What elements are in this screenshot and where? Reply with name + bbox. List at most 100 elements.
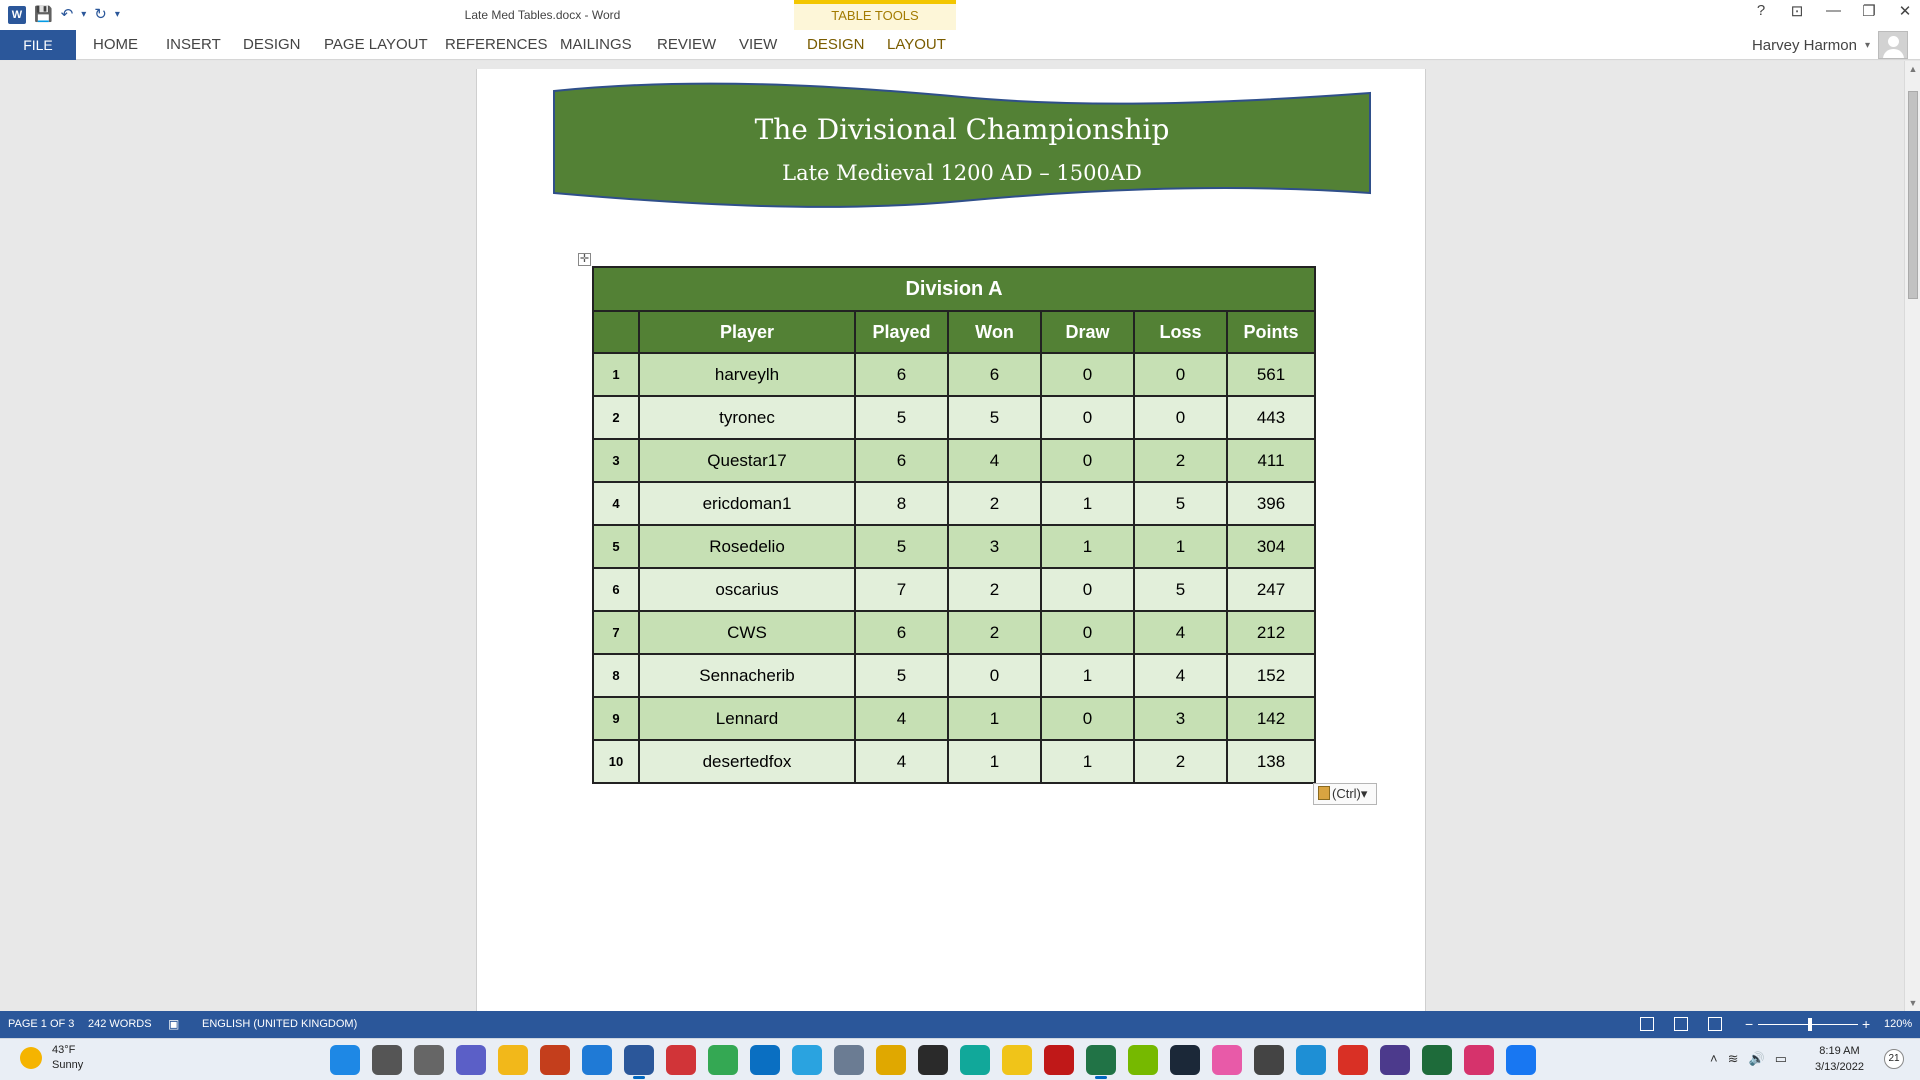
player-cell[interactable]: CWS — [638, 610, 856, 655]
won-cell[interactable]: 6 — [947, 352, 1042, 397]
app-s-icon[interactable] — [1380, 1045, 1410, 1075]
tab-insert[interactable]: INSERT — [166, 30, 221, 60]
edge-icon[interactable] — [1296, 1045, 1326, 1075]
app-teal-icon[interactable] — [960, 1045, 990, 1075]
ribbon-display-options-icon[interactable]: ⊡ — [1790, 2, 1804, 20]
played-cell[interactable]: 4 — [854, 739, 949, 784]
rank-cell[interactable]: 7 — [592, 610, 640, 655]
settings-icon[interactable] — [834, 1045, 864, 1075]
close-icon[interactable]: ✕ — [1898, 2, 1912, 20]
rank-cell[interactable]: 2 — [592, 395, 640, 440]
language-indicator[interactable]: ENGLISH (UNITED KINGDOM) — [202, 1011, 357, 1038]
nvidia-icon[interactable] — [1128, 1045, 1158, 1075]
points-cell[interactable]: 304 — [1226, 524, 1316, 569]
show-hidden-icons-icon[interactable]: ˄ — [1710, 1051, 1718, 1067]
loss-cell[interactable]: 5 — [1133, 481, 1228, 526]
won-cell[interactable]: 2 — [947, 481, 1042, 526]
table-move-handle-icon[interactable]: ✛ — [578, 253, 591, 266]
tab-table-design[interactable]: DESIGN — [807, 30, 865, 60]
tab-page-layout[interactable]: PAGE LAYOUT — [324, 30, 428, 60]
points-cell[interactable]: 443 — [1226, 395, 1316, 440]
loss-cell[interactable]: 1 — [1133, 524, 1228, 569]
points-cell[interactable]: 152 — [1226, 653, 1316, 698]
title-banner[interactable]: The Divisional Championship Late Medieva… — [552, 81, 1372, 211]
loss-cell[interactable]: 4 — [1133, 653, 1228, 698]
notification-badge[interactable]: 21 — [1884, 1049, 1904, 1069]
won-cell[interactable]: 0 — [947, 653, 1042, 698]
files-icon[interactable] — [876, 1045, 906, 1075]
points-cell[interactable]: 212 — [1226, 610, 1316, 655]
played-cell[interactable]: 5 — [854, 524, 949, 569]
store-icon[interactable] — [582, 1045, 612, 1075]
account-area[interactable]: Harvey Harmon ▾ — [1752, 30, 1908, 60]
rank-cell[interactable]: 4 — [592, 481, 640, 526]
app-yellow-icon[interactable] — [1002, 1045, 1032, 1075]
steam-icon[interactable] — [1170, 1045, 1200, 1075]
rank-cell[interactable]: 3 — [592, 438, 640, 483]
excel-icon[interactable] — [1086, 1045, 1116, 1079]
minimize-icon[interactable]: — — [1826, 2, 1841, 20]
tab-review[interactable]: REVIEW — [657, 30, 716, 60]
file-explorer-icon[interactable] — [498, 1045, 528, 1075]
snip-icon[interactable] — [1464, 1045, 1494, 1075]
tab-mailings[interactable]: MAILINGS — [560, 30, 632, 60]
start-icon[interactable] — [330, 1045, 360, 1075]
rank-cell[interactable]: 10 — [592, 739, 640, 784]
page-count[interactable]: PAGE 1 OF 3 — [8, 1011, 74, 1038]
points-cell[interactable]: 561 — [1226, 352, 1316, 397]
zoom-in-icon[interactable]: + — [1862, 1011, 1870, 1038]
player-cell[interactable]: desertedfox — [638, 739, 856, 784]
loss-cell[interactable]: 2 — [1133, 438, 1228, 483]
volume-icon[interactable]: 🔊 — [1749, 1051, 1765, 1067]
teams-icon[interactable] — [456, 1045, 486, 1075]
played-cell[interactable]: 6 — [854, 352, 949, 397]
rank-cell[interactable]: 6 — [592, 567, 640, 612]
won-cell[interactable]: 3 — [947, 524, 1042, 569]
draw-cell[interactable]: 0 — [1040, 395, 1135, 440]
app-k-icon[interactable] — [1422, 1045, 1452, 1075]
loss-cell[interactable]: 0 — [1133, 352, 1228, 397]
tab-view[interactable]: VIEW — [739, 30, 777, 60]
won-cell[interactable]: 2 — [947, 567, 1042, 612]
paste-options-button[interactable]: (Ctrl)▾ — [1313, 783, 1377, 805]
word-count[interactable]: 242 WORDS — [88, 1011, 152, 1038]
zoom-out-icon[interactable]: − — [1745, 1011, 1753, 1038]
scroll-up-arrow-icon[interactable]: ▲ — [1905, 61, 1920, 77]
points-cell[interactable]: 142 — [1226, 696, 1316, 741]
proofing-icon[interactable]: ▣ — [168, 1011, 179, 1038]
won-cell[interactable]: 2 — [947, 610, 1042, 655]
weather-widget[interactable]: 43°F Sunny — [20, 1043, 83, 1073]
draw-cell[interactable]: 1 — [1040, 653, 1135, 698]
scrollbar-thumb[interactable] — [1908, 91, 1918, 299]
points-cell[interactable]: 138 — [1226, 739, 1316, 784]
tab-home[interactable]: HOME — [93, 30, 138, 60]
draw-cell[interactable]: 0 — [1040, 352, 1135, 397]
player-cell[interactable]: Rosedelio — [638, 524, 856, 569]
mcafee-icon[interactable] — [1044, 1045, 1074, 1075]
powerpoint-icon[interactable] — [540, 1045, 570, 1075]
epic-games-icon[interactable] — [918, 1045, 948, 1075]
won-cell[interactable]: 1 — [947, 696, 1042, 741]
played-cell[interactable]: 4 — [854, 696, 949, 741]
tab-file[interactable]: FILE — [0, 30, 76, 60]
vertical-scrollbar[interactable]: ▲ ▼ — [1904, 61, 1920, 1011]
player-cell[interactable]: Questar17 — [638, 438, 856, 483]
photos-icon[interactable] — [750, 1045, 780, 1075]
player-cell[interactable]: ericdoman1 — [638, 481, 856, 526]
won-cell[interactable]: 4 — [947, 438, 1042, 483]
player-cell[interactable]: Sennacherib — [638, 653, 856, 698]
loss-cell[interactable]: 4 — [1133, 610, 1228, 655]
loss-cell[interactable]: 3 — [1133, 696, 1228, 741]
draw-cell[interactable]: 1 — [1040, 739, 1135, 784]
points-cell[interactable]: 396 — [1226, 481, 1316, 526]
avatar[interactable] — [1878, 31, 1908, 59]
won-cell[interactable]: 5 — [947, 395, 1042, 440]
itunes-icon[interactable] — [1212, 1045, 1242, 1075]
search-icon[interactable] — [372, 1045, 402, 1075]
won-cell[interactable]: 1 — [947, 739, 1042, 784]
scroll-down-arrow-icon[interactable]: ▼ — [1905, 995, 1920, 1011]
draw-cell[interactable]: 0 — [1040, 696, 1135, 741]
tab-design[interactable]: DESIGN — [243, 30, 301, 60]
zoom-slider-thumb[interactable] — [1808, 1018, 1812, 1031]
player-cell[interactable]: oscarius — [638, 567, 856, 612]
